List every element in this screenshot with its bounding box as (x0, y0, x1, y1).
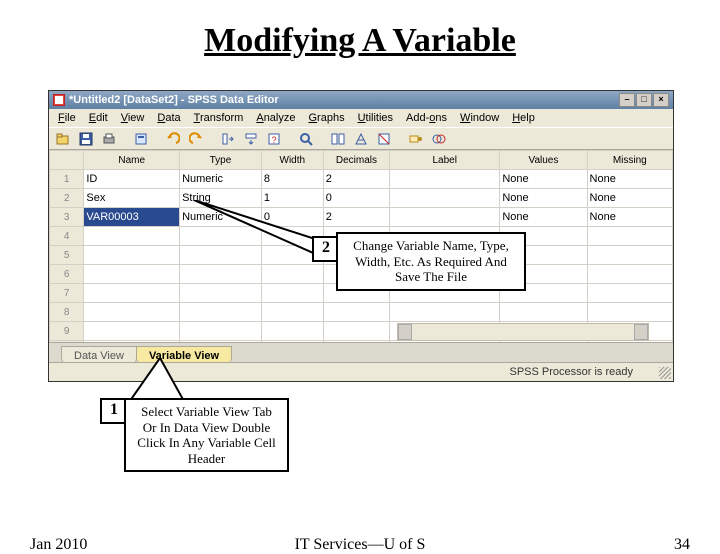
table-row[interactable]: 3 VAR00003 Numeric 0 2 None None (50, 208, 673, 227)
col-header-label[interactable]: Label (390, 151, 500, 170)
footer-page: 34 (674, 536, 690, 554)
col-header-type[interactable]: Type (180, 151, 262, 170)
print-icon[interactable] (99, 129, 119, 149)
undo-icon[interactable] (163, 129, 183, 149)
menu-addons[interactable]: Add-ons (401, 110, 455, 126)
status-text: SPSS Processor is ready (510, 366, 634, 378)
row-head[interactable]: 9 (50, 322, 84, 341)
use-sets-icon[interactable] (429, 129, 449, 149)
select-cases-icon[interactable] (374, 129, 394, 149)
col-header-values[interactable]: Values (500, 151, 587, 170)
menu-help[interactable]: Help (507, 110, 543, 126)
tab-variable-view[interactable]: Variable View (136, 346, 232, 363)
horizontal-scrollbar[interactable] (397, 323, 649, 341)
weight-cases-icon[interactable] (351, 129, 371, 149)
callout-1-text: Select Variable View Tab Or In Data View… (124, 398, 289, 472)
cell-values[interactable]: None (500, 208, 587, 227)
cell-type[interactable]: String (180, 189, 262, 208)
goto-case-icon[interactable] (218, 129, 238, 149)
slide-title: Modifying A Variable (0, 22, 720, 60)
cell-name-selected[interactable]: VAR00003 (84, 208, 180, 227)
tab-data-view[interactable]: Data View (61, 346, 137, 363)
dialog-recall-icon[interactable] (131, 129, 151, 149)
menu-analyze[interactable]: Analyze (251, 110, 303, 126)
window-title: *Untitled2 [DataSet2] - SPSS Data Editor (69, 94, 279, 106)
row-head[interactable]: 8 (50, 303, 84, 322)
menu-window[interactable]: Window (455, 110, 507, 126)
save-icon[interactable] (76, 129, 96, 149)
menu-graphs[interactable]: Graphs (303, 110, 352, 126)
cell-values[interactable]: None (500, 189, 587, 208)
callout-2-text: Change Variable Name, Type, Width, Etc. … (336, 232, 526, 291)
tabstrip: Data View Variable View (49, 342, 673, 363)
maximize-button[interactable]: □ (636, 93, 652, 107)
footer-center: IT Services—U of S (0, 536, 720, 554)
menu-data[interactable]: Data (152, 110, 188, 126)
cell-label[interactable] (390, 208, 500, 227)
resize-grip-icon[interactable] (659, 367, 671, 379)
cell-missing[interactable]: None (587, 208, 672, 227)
cell-name[interactable]: ID (84, 170, 180, 189)
cell-label[interactable] (390, 170, 500, 189)
cell-missing[interactable]: None (587, 170, 672, 189)
table-row[interactable]: 8 (50, 303, 673, 322)
menu-view[interactable]: View (116, 110, 153, 126)
cell-name[interactable]: Sex (84, 189, 180, 208)
close-button[interactable]: × (653, 93, 669, 107)
col-header-missing[interactable]: Missing (587, 151, 672, 170)
cell-decimals[interactable]: 2 (323, 208, 389, 227)
cell-type[interactable]: Numeric (180, 208, 262, 227)
variables-icon[interactable]: ? (264, 129, 284, 149)
cell-label[interactable] (390, 189, 500, 208)
table-row[interactable]: 1 ID Numeric 8 2 None None (50, 170, 673, 189)
col-header-width[interactable]: Width (261, 151, 323, 170)
row-head[interactable]: 1 (50, 170, 84, 189)
menu-transform[interactable]: Transform (189, 110, 252, 126)
minimize-button[interactable]: – (619, 93, 635, 107)
col-header-name[interactable]: Name (84, 151, 180, 170)
redo-icon[interactable] (186, 129, 206, 149)
row-head[interactable]: 6 (50, 265, 84, 284)
row-head[interactable]: 7 (50, 284, 84, 303)
row-head[interactable]: 4 (50, 227, 84, 246)
cell-missing[interactable]: None (587, 189, 672, 208)
row-head[interactable]: 5 (50, 246, 84, 265)
col-header-decimals[interactable]: Decimals (323, 151, 389, 170)
row-head[interactable]: 3 (50, 208, 84, 227)
titlebar: *Untitled2 [DataSet2] - SPSS Data Editor… (49, 91, 673, 109)
cell-width[interactable]: 1 (261, 189, 323, 208)
split-file-icon[interactable] (328, 129, 348, 149)
svg-text:?: ? (271, 135, 276, 145)
spss-icon (53, 94, 65, 106)
toolbar: ? (49, 127, 673, 151)
goto-variable-icon[interactable] (241, 129, 261, 149)
menu-utilities[interactable]: Utilities (353, 110, 401, 126)
cell-type[interactable]: Numeric (180, 170, 262, 189)
find-icon[interactable] (296, 129, 316, 149)
cell-width[interactable]: 0 (261, 208, 323, 227)
open-icon[interactable] (53, 129, 73, 149)
row-head[interactable]: 2 (50, 189, 84, 208)
cell-decimals[interactable]: 2 (323, 170, 389, 189)
cell-width[interactable]: 8 (261, 170, 323, 189)
table-row[interactable]: 2 Sex String 1 0 None None (50, 189, 673, 208)
value-labels-icon[interactable] (406, 129, 426, 149)
menu-file[interactable]: File (53, 110, 84, 126)
cell-values[interactable]: None (500, 170, 587, 189)
corner-cell (50, 151, 84, 170)
statusbar: SPSS Processor is ready (49, 362, 673, 381)
menu-edit[interactable]: Edit (84, 110, 116, 126)
menubar: File Edit View Data Transform Analyze Gr… (49, 109, 673, 127)
cell-decimals[interactable]: 0 (323, 189, 389, 208)
